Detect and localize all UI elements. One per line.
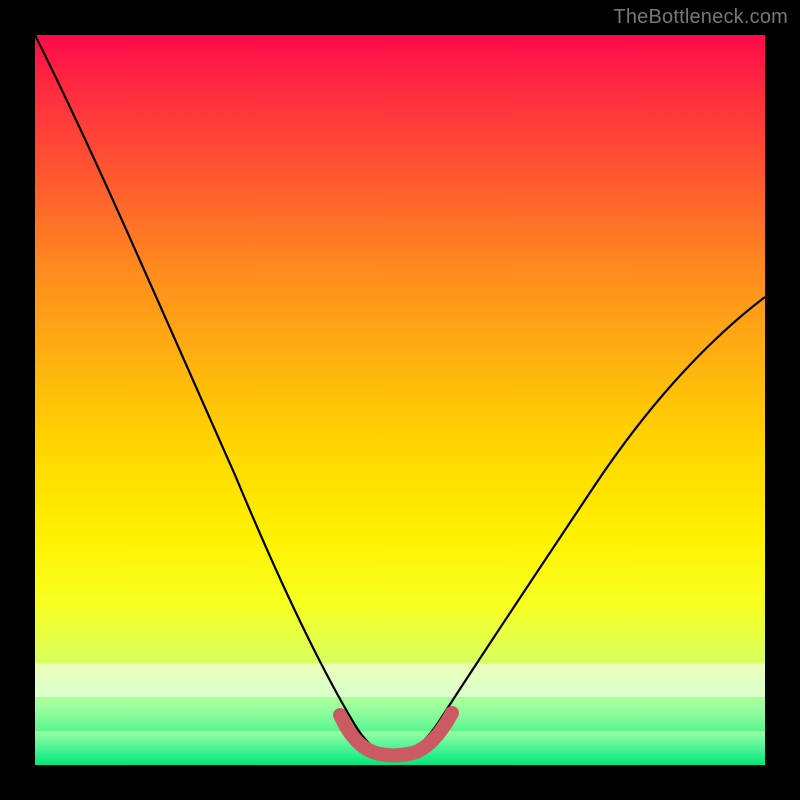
- plot-area: [35, 35, 765, 765]
- highlighted-minimum: [340, 713, 452, 755]
- bottleneck-curve: [35, 35, 765, 755]
- watermark-text: TheBottleneck.com: [613, 6, 788, 29]
- chart-frame: TheBottleneck.com: [0, 0, 800, 800]
- curve-layer: [35, 35, 765, 765]
